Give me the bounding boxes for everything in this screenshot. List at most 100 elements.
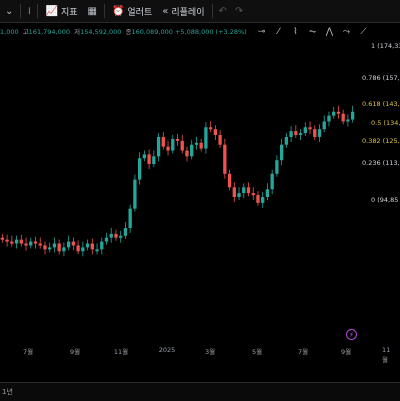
candle xyxy=(199,142,203,149)
candle xyxy=(24,243,28,246)
x-axis-tick-label: 5월 xyxy=(251,348,263,356)
extended-line-tool-icon[interactable]: ⟋ xyxy=(358,27,369,38)
candle xyxy=(251,193,255,196)
candle xyxy=(341,113,345,122)
candle xyxy=(237,193,241,198)
candle xyxy=(303,127,307,134)
candle xyxy=(48,247,52,250)
candle xyxy=(232,187,236,198)
candle xyxy=(265,189,270,198)
candle xyxy=(261,197,265,203)
candle xyxy=(171,138,175,151)
x-axis-tick-label: 3월 xyxy=(204,348,216,356)
wave-pattern-tool-icon[interactable]: ⏦ xyxy=(307,27,318,38)
layout-button[interactable]: ▦ xyxy=(83,0,102,22)
redo-icon[interactable]: ↷ xyxy=(231,6,247,17)
replay-button[interactable]: « 리플레이 xyxy=(157,0,209,22)
x-axis-tick-label: 2025 xyxy=(158,346,176,354)
undo-icon[interactable]: ↶ xyxy=(215,6,231,17)
candle xyxy=(246,187,251,194)
candle xyxy=(142,154,147,159)
candle xyxy=(156,136,161,157)
toolbar-divider xyxy=(211,4,213,18)
candle xyxy=(308,127,312,130)
candle xyxy=(147,154,151,165)
candle xyxy=(33,241,38,244)
replay-label: 리플레이 xyxy=(171,7,205,18)
top-toolbar: ⌄ ⧘ 📈 지표 ▦ ⏰ 얼러트 « 리플레이 ↶ ↷ xyxy=(0,0,400,23)
alarm-clock-icon: ⏰ xyxy=(111,5,125,17)
candle xyxy=(81,247,85,252)
candle xyxy=(175,138,180,141)
bottom-bar: 1년 xyxy=(0,382,400,401)
chart-type-button[interactable]: ⧘ xyxy=(23,0,35,22)
candle xyxy=(128,208,132,229)
toolbar-divider xyxy=(20,4,22,18)
candle xyxy=(114,233,118,238)
candle xyxy=(109,233,113,238)
fib-level-label: 0.786 (157,32 xyxy=(362,74,400,82)
candle xyxy=(332,111,336,116)
candle xyxy=(270,173,274,190)
candle xyxy=(14,239,19,244)
candle xyxy=(204,127,208,149)
candle xyxy=(95,249,99,252)
alert-button[interactable]: ⏰ 얼러트 xyxy=(107,0,157,22)
zigzag-tool-icon[interactable]: ⌇ xyxy=(290,27,301,38)
candle xyxy=(294,131,298,136)
fib-level-label: 0.382 (125,21 xyxy=(362,137,400,145)
rewind-icon: « xyxy=(162,5,169,17)
x-axis-tick-label: 11월 xyxy=(382,346,391,364)
ohlc-readout: 1,000 고161,794,000 저154,592,000 종160,089… xyxy=(0,26,247,36)
candles-icon: ⧘ xyxy=(28,5,31,17)
candle xyxy=(208,127,213,130)
range-1y-button[interactable]: 1년 xyxy=(2,387,13,397)
fib-level-label: 0.236 (113,61 xyxy=(362,159,400,167)
low-value: 154,592,000 xyxy=(80,28,122,36)
indicator-chart-icon: 📈 xyxy=(45,5,58,17)
candle xyxy=(90,243,94,250)
candle xyxy=(62,247,66,252)
candle xyxy=(85,243,90,248)
candle xyxy=(43,245,47,250)
high-value: 161,794,000 xyxy=(28,28,71,36)
candle xyxy=(161,136,165,147)
fib-level-label: 0.618 (143,97 xyxy=(362,100,400,108)
trend-line-tool-icon[interactable]: ⁄ xyxy=(273,27,284,38)
candle xyxy=(52,243,57,248)
timeframe-dropdown[interactable]: ⌄ xyxy=(0,0,18,22)
x-axis-tick-label: 7월 xyxy=(297,348,309,356)
candle xyxy=(218,135,222,145)
lightning-icon[interactable]: ⚡ xyxy=(346,329,357,340)
candle xyxy=(213,129,218,136)
candle xyxy=(279,144,284,161)
candle xyxy=(317,129,322,137)
candle xyxy=(242,187,246,194)
fib-level-label: 0.5 (134,59 xyxy=(371,119,400,127)
candle xyxy=(185,150,189,157)
candle xyxy=(190,144,194,157)
ray-tool-icon[interactable]: ⤳ xyxy=(341,27,352,38)
drawing-toolbar: ⊸ ⁄ ⌇ ⏦ ⋀ ⤳ ⟋ xyxy=(256,24,369,40)
candle xyxy=(66,241,71,248)
indicators-label: 지표 xyxy=(60,7,78,18)
price-chart[interactable] xyxy=(0,0,400,400)
candle xyxy=(137,158,142,180)
x-axis-tick-label: 9월 xyxy=(340,348,352,356)
candle xyxy=(123,228,128,236)
candle xyxy=(104,237,109,242)
pattern-tool-icon[interactable]: ⋀ xyxy=(324,27,335,38)
candle xyxy=(223,144,227,174)
indicators-button[interactable]: 📈 지표 xyxy=(40,0,82,22)
x-axis-tick-label: 9월 xyxy=(69,348,81,356)
close-value: 160,089,000 xyxy=(131,28,173,36)
candle xyxy=(152,156,156,165)
candle xyxy=(275,160,279,174)
candle xyxy=(194,142,199,145)
candle xyxy=(322,121,326,130)
candle xyxy=(346,119,350,122)
candle xyxy=(29,241,33,246)
horizontal-line-tool-icon[interactable]: ⊸ xyxy=(256,27,267,38)
fib-level-label: 1 (174,33 xyxy=(371,42,400,50)
candle xyxy=(284,136,289,145)
